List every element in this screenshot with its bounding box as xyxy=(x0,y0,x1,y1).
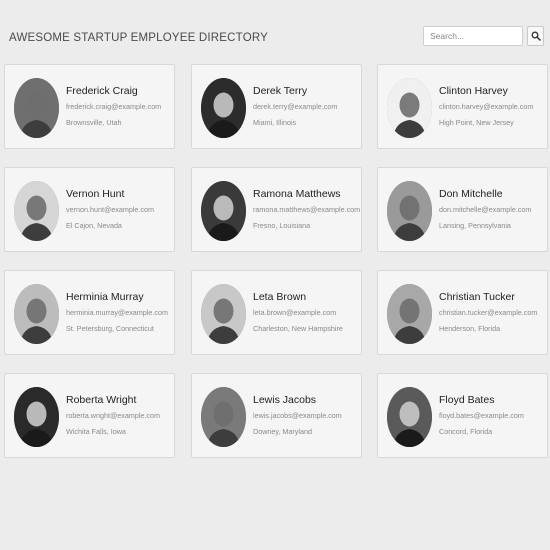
employee-avatar xyxy=(14,181,59,241)
employee-location: High Point, New Jersey xyxy=(439,118,514,127)
employee-name: Christian Tucker xyxy=(439,291,515,303)
employee-location: Fresno, Louisiana xyxy=(253,221,311,230)
search-icon xyxy=(531,31,541,41)
employee-email: ramona.matthews@example.com xyxy=(253,205,361,214)
employee-email: lewis.jacobs@example.com xyxy=(253,411,342,420)
employee-card[interactable]: Lewis Jacobs lewis.jacobs@example.com Down… xyxy=(191,373,362,458)
employee-location: Concord, Florida xyxy=(439,427,493,436)
employee-location: Wichita Falls, Iowa xyxy=(66,427,126,436)
employee-avatar xyxy=(387,387,432,447)
employee-location: Henderson, Florida xyxy=(439,324,501,333)
employee-avatar xyxy=(14,284,59,344)
employee-location: Downey, Maryland xyxy=(253,427,312,436)
employee-email: floyd.bates@example.com xyxy=(439,411,524,420)
employee-email: derek.terry@example.com xyxy=(253,102,338,111)
employee-avatar xyxy=(201,78,246,138)
employee-name: Derek Terry xyxy=(253,85,308,97)
employee-card[interactable]: Don Mitchelle don.mitchelle@example.com La… xyxy=(377,167,548,252)
search-form xyxy=(423,26,544,46)
employee-location: St. Petersburg, Connecticut xyxy=(66,324,154,333)
employee-location: Charleston, New Hampshire xyxy=(253,324,343,333)
employee-email: herminia.murray@example.com xyxy=(66,308,168,317)
page-title: AWESOME STARTUP EMPLOYEE DIRECTORY xyxy=(9,32,269,44)
employee-card[interactable]: Herminia Murray herminia.murray@example.c… xyxy=(4,270,175,355)
employee-name: Floyd Bates xyxy=(439,394,495,406)
employee-name: Don Mitchelle xyxy=(439,188,503,200)
employee-card[interactable]: Roberta Wright roberta.wright@example.com… xyxy=(4,373,175,458)
employee-card[interactable]: Christian Tucker christian.tucker@example… xyxy=(377,270,548,355)
employee-email: frederick.craig@example.com xyxy=(66,102,162,111)
employee-email: clinton.harvey@example.com xyxy=(439,102,534,111)
employee-location: Lansing, Pennsylvania xyxy=(439,221,511,230)
employee-name: Herminia Murray xyxy=(66,291,144,303)
employee-email: vernon.hunt@example.com xyxy=(66,205,155,214)
employee-location: Miami, Illinois xyxy=(253,118,297,127)
employee-avatar xyxy=(387,181,432,241)
employee-name: Ramona Matthews xyxy=(253,188,341,200)
employee-card[interactable]: Derek Terry derek.terry@example.com Miami,… xyxy=(191,64,362,149)
employee-email: leta.brown@example.com xyxy=(253,308,337,317)
employee-name: Leta Brown xyxy=(253,291,307,303)
employee-card[interactable]: Frederick Craig frederick.craig@example.c… xyxy=(4,64,175,149)
employee-avatar xyxy=(387,284,432,344)
employee-location: Brownsville, Utah xyxy=(66,118,122,127)
employee-avatar xyxy=(201,181,246,241)
search-input[interactable] xyxy=(423,26,523,46)
employee-card[interactable]: Ramona Matthews ramona.matthews@example.c… xyxy=(191,167,362,252)
employee-location: El Cajon, Nevada xyxy=(66,221,122,230)
employee-name: Vernon Hunt xyxy=(66,188,125,200)
employee-card[interactable]: Clinton Harvey clinton.harvey@example.com… xyxy=(377,64,548,149)
employee-name: Roberta Wright xyxy=(66,394,137,406)
employee-name: Frederick Craig xyxy=(66,85,138,97)
employee-avatar xyxy=(201,284,246,344)
employee-avatar xyxy=(201,387,246,447)
employee-email: christian.tucker@example.com xyxy=(439,308,538,317)
employee-avatar xyxy=(14,387,59,447)
employee-email: don.mitchelle@example.com xyxy=(439,205,532,214)
employee-name: Lewis Jacobs xyxy=(253,394,317,406)
page-header: AWESOME STARTUP EMPLOYEE DIRECTORY xyxy=(0,0,550,60)
employee-card[interactable]: Vernon Hunt vernon.hunt@example.com El Caj… xyxy=(4,167,175,252)
search-button[interactable] xyxy=(527,26,544,46)
employee-card[interactable]: Floyd Bates floyd.bates@example.com Concor… xyxy=(377,373,548,458)
employee-avatar xyxy=(14,78,59,138)
employee-email: roberta.wright@example.com xyxy=(66,411,160,420)
employee-card[interactable]: Leta Brown leta.brown@example.com Charlest… xyxy=(191,270,362,355)
employee-name: Clinton Harvey xyxy=(439,85,508,97)
employee-avatar xyxy=(387,78,432,138)
